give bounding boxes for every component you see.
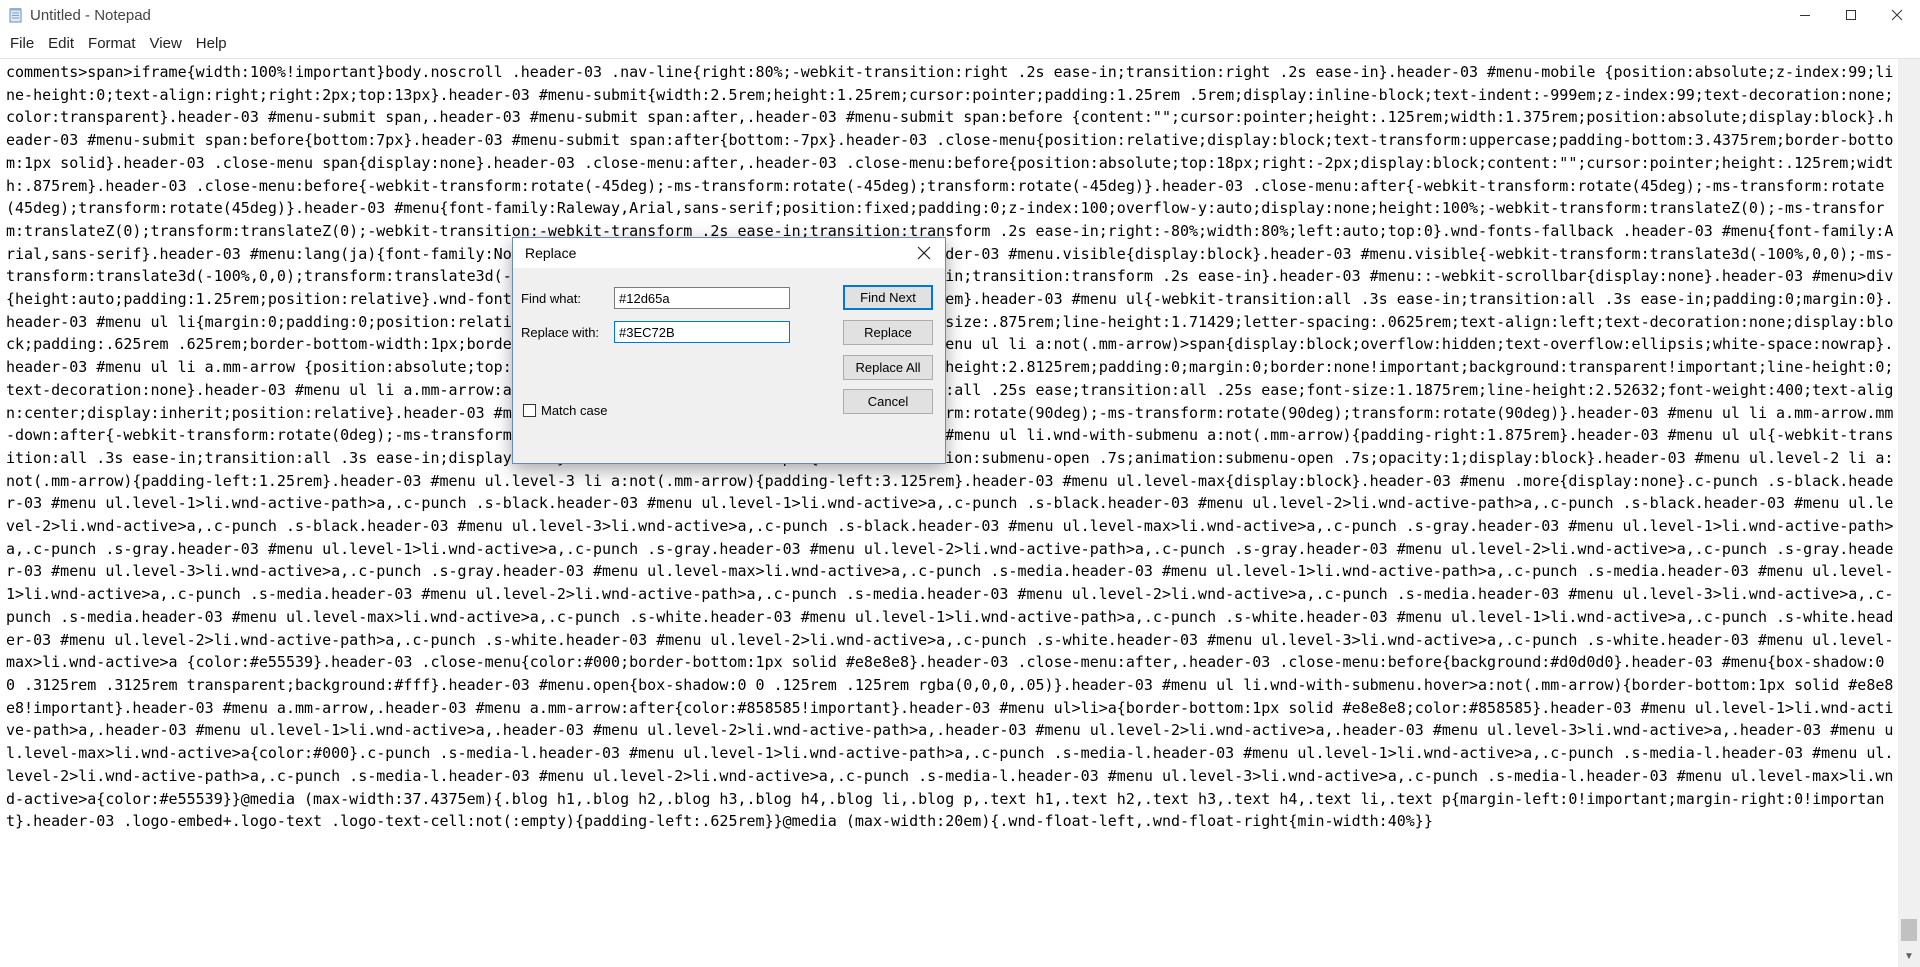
menu-bar: File Edit Format View Help <box>0 30 1920 58</box>
find-next-button[interactable]: Find Next <box>843 285 933 310</box>
replace-with-label: Replace with: <box>521 325 600 340</box>
close-window-button[interactable] <box>1874 0 1920 30</box>
find-what-input[interactable] <box>614 287 790 309</box>
close-icon <box>1891 9 1903 21</box>
replace-all-button[interactable]: Replace All <box>843 355 933 380</box>
match-case-label: Match case <box>541 403 608 418</box>
title-bar: Untitled - Notepad <box>0 0 1920 30</box>
find-what-label: Find what: <box>521 291 581 306</box>
window-title: Untitled - Notepad <box>30 6 151 24</box>
scroll-down-arrow-icon[interactable]: ▼ <box>1898 945 1920 967</box>
dialog-title-bar[interactable]: Replace <box>513 238 945 268</box>
menu-help[interactable]: Help <box>190 30 233 58</box>
menu-edit[interactable]: Edit <box>42 30 80 58</box>
replace-button[interactable]: Replace <box>843 320 933 345</box>
dialog-title: Replace <box>525 245 577 261</box>
minimize-icon <box>1800 15 1810 16</box>
vertical-scrollbar[interactable]: ▼ <box>1898 59 1920 967</box>
menu-view[interactable]: View <box>144 30 188 58</box>
scrollbar-thumb[interactable] <box>1901 919 1917 941</box>
match-case-option[interactable]: Match case <box>523 403 607 418</box>
maximize-icon <box>1846 10 1856 20</box>
replace-with-input[interactable] <box>614 321 790 343</box>
cancel-button[interactable]: Cancel <box>843 389 933 414</box>
menu-file[interactable]: File <box>4 30 40 58</box>
dialog-close-button[interactable] <box>911 240 937 266</box>
notepad-icon <box>8 7 24 23</box>
menu-format[interactable]: Format <box>82 30 142 58</box>
replace-dialog: Replace Find what: Replace with: Find Ne… <box>512 237 946 464</box>
editor-content[interactable]: comments>span>iframe{width:100%!importan… <box>0 59 1898 833</box>
text-editor[interactable]: comments>span>iframe{width:100%!importan… <box>0 59 1898 967</box>
close-icon <box>917 246 931 260</box>
match-case-checkbox[interactable] <box>523 404 536 417</box>
minimize-button[interactable] <box>1782 0 1828 30</box>
maximize-button[interactable] <box>1828 0 1874 30</box>
window-controls <box>1782 0 1920 30</box>
